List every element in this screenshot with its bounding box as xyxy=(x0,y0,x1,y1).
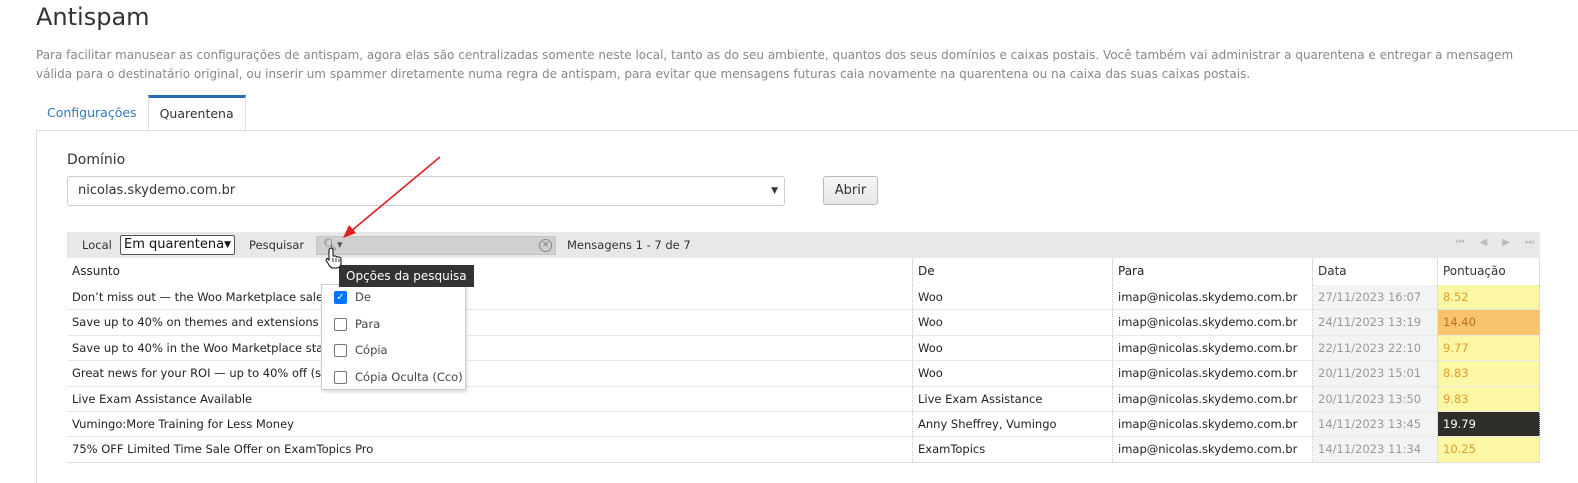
tab-bar: Configurações Quarentena xyxy=(36,95,246,131)
cell-to: imap@nicolas.skydemo.com.br xyxy=(1113,361,1313,386)
cell-to: imap@nicolas.skydemo.com.br xyxy=(1113,335,1313,361)
table-row[interactable]: Don’t miss out — the Woo Marketplace sal… xyxy=(67,285,1540,311)
search-option-label: Cópia Oculta (Cco) xyxy=(355,370,463,384)
column-header-to[interactable]: Para xyxy=(1113,258,1313,285)
page-title: Antispam xyxy=(36,3,150,31)
checkbox-icon[interactable] xyxy=(334,317,347,331)
cell-date: 27/11/2023 16:07 xyxy=(1313,285,1438,310)
search-option-copia-oculta[interactable]: Cópia Oculta (Cco) xyxy=(334,369,463,385)
quarantine-grid: Assunto De Para Data Pontuação Don’t mis… xyxy=(67,258,1540,463)
cell-date: 14/11/2023 11:34 xyxy=(1313,437,1438,462)
column-header-from[interactable]: De xyxy=(913,258,1113,285)
search-options-menu: ✓ De Para Cópia Cópia Oculta (Cco) xyxy=(321,284,466,390)
search-input[interactable]: 🔍︎▾ × xyxy=(316,236,556,255)
cell-from: Woo xyxy=(913,285,1113,310)
pager: ⏮ ◀ ▶ ⏭ xyxy=(1456,237,1534,248)
cell-date: 22/11/2023 22:10 xyxy=(1313,335,1438,361)
local-select-value: Em quarentena xyxy=(124,237,225,252)
cell-score: 9.77 xyxy=(1438,335,1540,361)
cell-date: 20/11/2023 13:50 xyxy=(1313,386,1438,411)
table-row[interactable]: 75% OFF Limited Time Sale Offer on ExamT… xyxy=(67,437,1540,463)
chevron-down-icon: ▼ xyxy=(224,240,231,250)
grid-toolbar: Local Em quarentena ▼ Pesquisar 🔍︎▾ × Me… xyxy=(67,232,1540,258)
chevron-down-icon: ▼ xyxy=(771,186,778,196)
table-row[interactable]: Live Exam Assistance Available Live Exam … xyxy=(67,386,1540,412)
table-row[interactable]: Save up to 40% in the Woo Marketplace st… xyxy=(67,335,1540,362)
cell-from: Woo xyxy=(913,310,1113,335)
table-row[interactable]: Save up to 40% on themes and extensions W… xyxy=(67,310,1540,336)
tabs-divider xyxy=(36,130,1578,131)
domain-select-value: nicolas.skydemo.com.br xyxy=(78,183,236,198)
table-row[interactable]: Great news for your ROI — up to 40% off … xyxy=(67,361,1540,387)
cell-from: Live Exam Assistance xyxy=(913,386,1113,411)
cell-to: imap@nicolas.skydemo.com.br xyxy=(1113,285,1313,310)
checkbox-checked-icon[interactable]: ✓ xyxy=(334,290,347,304)
grid-bottom-border xyxy=(67,462,1540,463)
search-option-copia[interactable]: Cópia xyxy=(334,342,388,358)
cell-subject: Great news for your ROI — up to 40% off … xyxy=(67,361,913,386)
prev-page-icon[interactable]: ◀ xyxy=(1480,237,1488,248)
search-option-label: Cópia xyxy=(355,343,388,357)
message-count: Mensagens 1 - 7 de 7 xyxy=(567,238,691,252)
cell-from: Woo xyxy=(913,335,1113,361)
cell-from: ExamTopics xyxy=(913,437,1113,462)
search-label: Pesquisar xyxy=(249,238,305,252)
cell-subject: 75% OFF Limited Time Sale Offer on ExamT… xyxy=(67,437,913,462)
grid-header: Assunto De Para Data Pontuação xyxy=(67,258,1540,285)
last-page-icon[interactable]: ⏭ xyxy=(1525,237,1534,248)
cell-score: 19.79 xyxy=(1438,411,1540,437)
checkbox-icon[interactable] xyxy=(334,343,347,357)
cell-score: 9.83 xyxy=(1438,386,1540,411)
cell-score: 10.25 xyxy=(1438,437,1540,462)
cell-score: 14.40 xyxy=(1438,310,1540,335)
search-options-tooltip: Opções da pesquisa xyxy=(339,265,474,287)
cell-to: imap@nicolas.skydemo.com.br xyxy=(1113,386,1313,411)
table-row[interactable]: Vumingo:More Training for Less Money Anny… xyxy=(67,411,1540,438)
domain-select[interactable]: nicolas.skydemo.com.br ▼ xyxy=(67,176,785,206)
grid-body: Don’t miss out — the Woo Marketplace sal… xyxy=(67,285,1540,463)
cell-date: 14/11/2023 13:45 xyxy=(1313,411,1438,437)
cell-subject: Live Exam Assistance Available xyxy=(67,386,913,411)
search-option-para[interactable]: Para xyxy=(334,316,380,332)
search-option-label: Para xyxy=(355,317,381,331)
tab-configuracoes[interactable]: Configurações xyxy=(36,95,148,131)
open-button[interactable]: Abrir xyxy=(823,176,878,205)
column-header-date[interactable]: Data xyxy=(1313,258,1438,285)
column-header-subject[interactable]: Assunto xyxy=(67,258,913,285)
search-option-label: De xyxy=(355,290,371,304)
cell-score: 8.83 xyxy=(1438,361,1540,386)
column-header-score[interactable]: Pontuação xyxy=(1438,258,1540,285)
cell-date: 24/11/2023 13:19 xyxy=(1313,310,1438,335)
local-label: Local xyxy=(82,238,112,252)
next-page-icon[interactable]: ▶ xyxy=(1502,237,1510,248)
checkbox-icon[interactable] xyxy=(334,370,347,384)
cell-to: imap@nicolas.skydemo.com.br xyxy=(1113,437,1313,462)
first-page-icon[interactable]: ⏮ xyxy=(1456,237,1465,248)
content-border xyxy=(36,130,37,483)
cell-subject: Save up to 40% in the Woo Marketplace st… xyxy=(67,335,913,361)
cell-subject: Vumingo:More Training for Less Money xyxy=(67,411,913,437)
cell-subject: Don’t miss out — the Woo Marketplace sal… xyxy=(67,285,913,310)
cell-subject: Save up to 40% on themes and extensions xyxy=(67,310,913,335)
cell-score: 8.52 xyxy=(1438,285,1540,310)
cell-from: Anny Sheffrey, Vumingo xyxy=(913,411,1113,437)
domain-label: Domínio xyxy=(67,152,126,168)
cell-date: 20/11/2023 15:01 xyxy=(1313,361,1438,386)
hand-cursor-icon xyxy=(325,247,342,269)
clear-icon[interactable]: × xyxy=(539,239,552,252)
cell-from: Woo xyxy=(913,361,1113,386)
cell-to: imap@nicolas.skydemo.com.br xyxy=(1113,310,1313,335)
search-option-de[interactable]: ✓ De xyxy=(334,289,371,305)
page-description: Para facilitar manusear as configurações… xyxy=(36,48,1514,81)
tab-quarentena[interactable]: Quarentena xyxy=(147,95,246,131)
cell-to: imap@nicolas.skydemo.com.br xyxy=(1113,411,1313,437)
local-select[interactable]: Em quarentena ▼ xyxy=(120,235,235,255)
